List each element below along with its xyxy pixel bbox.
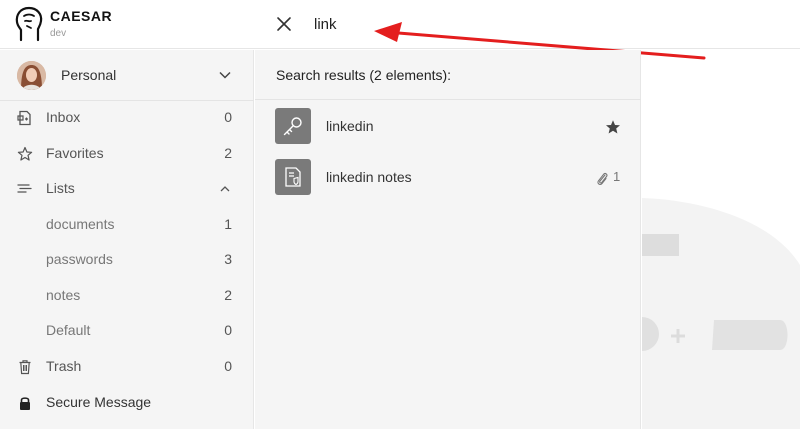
favorite-star-icon[interactable] bbox=[605, 119, 621, 135]
sidebar-item-favorites[interactable]: Favorites 2 bbox=[0, 139, 254, 169]
sidebar-item-count: 2 bbox=[224, 145, 232, 161]
list-icon bbox=[17, 184, 32, 193]
divider bbox=[255, 99, 641, 100]
sidebar-item-label: documents bbox=[46, 216, 115, 232]
account-switcher[interactable]: Personal bbox=[0, 50, 254, 101]
sidebar-item-label: Inbox bbox=[46, 109, 81, 125]
sidebar-item-count: 0 bbox=[224, 322, 232, 338]
item-type-tile bbox=[275, 159, 311, 195]
sidebar-item-count: 2 bbox=[224, 287, 232, 303]
sidebar-item-count: 3 bbox=[224, 251, 232, 267]
attachment-count: 1 bbox=[613, 169, 621, 184]
sidebar-item-count: 0 bbox=[224, 358, 232, 374]
search-results-panel: Search results (2 elements): linkedin li… bbox=[255, 50, 641, 429]
sidebar-item-label: notes bbox=[46, 287, 81, 303]
sidebar-item-label: Trash bbox=[46, 358, 82, 374]
sidebar-item-label: Lists bbox=[46, 180, 75, 196]
sidebar-item-count: 0 bbox=[224, 109, 232, 125]
star-icon bbox=[17, 146, 33, 161]
avatar bbox=[17, 61, 46, 90]
brand-environment: dev bbox=[50, 28, 67, 39]
paperclip-icon bbox=[597, 172, 608, 186]
chevron-up-icon bbox=[220, 186, 230, 192]
sidebar-item-default[interactable]: Default 0 bbox=[0, 316, 254, 346]
sidebar-item-label: Default bbox=[46, 322, 91, 338]
sidebar-item-secure-message[interactable]: Secure Message bbox=[0, 388, 254, 418]
sidebar-item-label: Favorites bbox=[46, 145, 104, 161]
trash-icon bbox=[19, 360, 31, 375]
sidebar-item-passwords[interactable]: passwords 3 bbox=[0, 245, 254, 275]
result-name: linkedin bbox=[326, 118, 374, 134]
sidebar-item-lists[interactable]: Lists bbox=[0, 174, 254, 204]
result-name: linkedin notes bbox=[326, 169, 412, 185]
search-input[interactable] bbox=[314, 12, 654, 36]
sidebar-item-inbox[interactable]: Inbox 0 bbox=[0, 103, 254, 133]
brand-title: CAESAR bbox=[50, 8, 113, 24]
empty-state-illustration bbox=[642, 50, 800, 429]
close-search-icon[interactable] bbox=[274, 14, 294, 34]
sidebar: Personal Inbox 0 Favorites 2 Lists docum… bbox=[0, 50, 254, 429]
sidebar-item-label: Secure Message bbox=[46, 394, 152, 410]
sidebar-item-label: passwords bbox=[46, 251, 113, 267]
caesar-logo-icon bbox=[15, 6, 43, 42]
chevron-down-icon bbox=[219, 71, 231, 79]
result-item-linkedin-notes[interactable]: linkedin notes 1 bbox=[255, 153, 641, 201]
results-title: Search results (2 elements): bbox=[276, 67, 452, 83]
result-item-linkedin[interactable]: linkedin bbox=[255, 102, 641, 150]
inbox-icon bbox=[17, 110, 31, 126]
lock-icon bbox=[20, 397, 30, 410]
sidebar-item-notes[interactable]: notes 2 bbox=[0, 281, 254, 311]
sidebar-item-trash[interactable]: Trash 0 bbox=[0, 352, 254, 382]
item-type-tile bbox=[275, 108, 311, 144]
account-name: Personal bbox=[61, 67, 117, 83]
sidebar-item-count: 1 bbox=[224, 216, 232, 232]
note-icon bbox=[285, 167, 301, 187]
sidebar-item-documents[interactable]: documents 1 bbox=[0, 210, 254, 240]
key-icon bbox=[283, 117, 302, 136]
top-header: CAESAR dev bbox=[0, 0, 800, 60]
